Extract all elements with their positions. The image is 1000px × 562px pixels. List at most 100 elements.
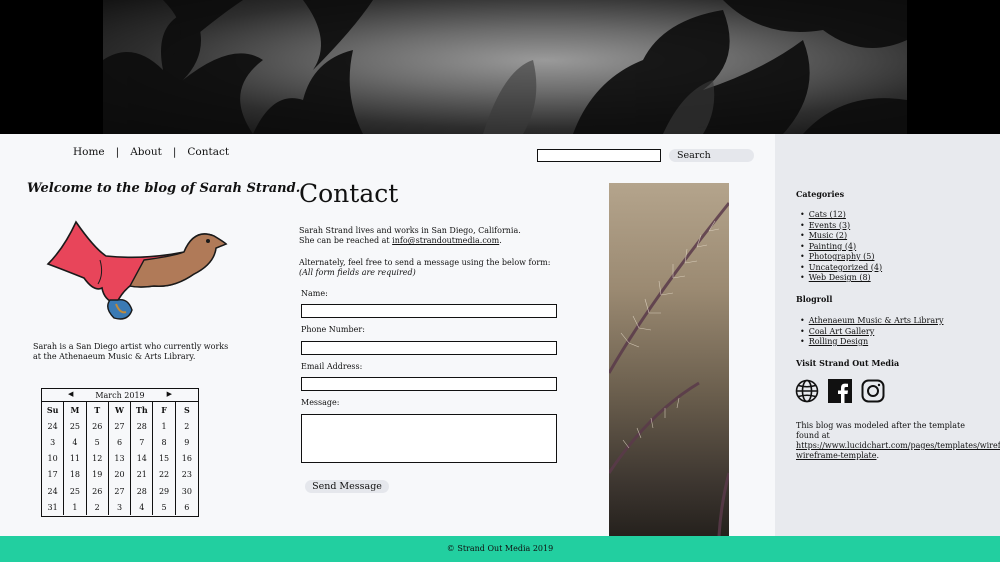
calendar-day[interactable]: 10 [42, 450, 65, 467]
page-title: Contact [299, 179, 399, 208]
category-link-label[interactable]: Painting (4) [809, 242, 856, 251]
template-credit: This blog was modeled after the template… [796, 421, 1000, 461]
calendar-day[interactable]: 21 [131, 466, 154, 483]
intro-email-line: She can be reached at info@strandoutmedi… [299, 236, 559, 246]
calendar-prev-icon[interactable]: ◀ [68, 390, 73, 398]
calendar-day[interactable]: 1 [64, 499, 87, 516]
calendar-next-icon[interactable]: ▶ [167, 390, 172, 398]
footer: © Strand Out Media 2019 [0, 536, 1000, 562]
calendar-day[interactable]: 12 [87, 450, 109, 467]
calendar-day[interactable]: 27 [109, 418, 132, 435]
intro-location: Sarah Strand lives and works in San Dieg… [299, 226, 521, 235]
copyright-text: © Strand Out Media 2019 [446, 544, 554, 553]
calendar-day[interactable]: 22 [153, 466, 176, 483]
nav-separator: | [172, 146, 177, 158]
calendar-day[interactable]: 18 [64, 466, 87, 483]
calendar-day[interactable]: 7 [131, 434, 154, 451]
calendar-day[interactable]: 16 [176, 451, 198, 467]
calendar-day[interactable]: 17 [42, 466, 65, 483]
nav-about-link[interactable]: About [130, 146, 162, 158]
calendar-day-header: T [87, 402, 109, 419]
category-link-label[interactable]: Cats (12) [809, 210, 846, 219]
category-link-label[interactable]: Events (3) [809, 221, 850, 230]
calendar-day[interactable]: 6 [109, 434, 132, 451]
template-credit-link[interactable]: https://www.lucidchart.com/pages/templat… [796, 441, 1000, 460]
calendar-day[interactable]: 4 [131, 499, 154, 516]
category-link[interactable]: Events (3) [800, 221, 882, 232]
calendar-day[interactable]: 1 [153, 418, 176, 435]
calendar-day[interactable]: 24 [42, 418, 65, 435]
credit-prefix: This blog was modeled after the template… [796, 421, 965, 440]
category-link[interactable]: Painting (4) [800, 242, 882, 253]
blogroll-link[interactable]: Rolling Design [800, 337, 943, 348]
instagram-icon[interactable] [861, 379, 885, 407]
calendar-day[interactable]: 28 [131, 482, 154, 500]
calendar-day[interactable]: 4 [64, 434, 87, 451]
calendar-day[interactable]: 5 [87, 434, 109, 451]
calendar-day[interactable]: 28 [131, 418, 154, 435]
calendar-day[interactable]: 23 [176, 467, 198, 483]
calendar-day[interactable]: 2 [176, 418, 198, 434]
calendar-day[interactable]: 2 [87, 499, 109, 516]
calendar-day[interactable]: 27 [109, 482, 132, 500]
blogroll-link-label[interactable]: Athenaeum Music & Arts Library [809, 316, 944, 325]
intro-email-suffix: . [499, 236, 502, 245]
calendar-day[interactable]: 29 [153, 482, 176, 500]
calendar-day[interactable]: 3 [42, 434, 65, 451]
message-field[interactable] [301, 414, 557, 463]
nav-contact-link[interactable]: Contact [187, 146, 229, 158]
calendar-day[interactable]: 13 [109, 450, 132, 467]
name-field[interactable] [301, 304, 557, 318]
category-link-label[interactable]: Photography (5) [809, 252, 875, 261]
email-field[interactable] [301, 377, 557, 391]
calendar-day[interactable]: 11 [64, 450, 87, 467]
blogroll-link-label[interactable]: Rolling Design [809, 337, 868, 346]
category-link[interactable]: Cats (12) [800, 210, 882, 221]
message-label: Message: [301, 398, 340, 407]
category-link-label[interactable]: Web Design (8) [809, 273, 871, 282]
calendar-day[interactable]: 30 [176, 483, 198, 499]
nav-home-link[interactable]: Home [73, 146, 105, 158]
category-link[interactable]: Music (2) [800, 231, 882, 242]
category-link-label[interactable]: Uncategorized (4) [809, 263, 882, 272]
category-link[interactable]: Web Design (8) [800, 273, 882, 284]
calendar-day[interactable]: 6 [176, 499, 198, 515]
category-link-label[interactable]: Music (2) [809, 231, 847, 240]
calendar-day[interactable]: 25 [64, 418, 87, 435]
calendar-day[interactable]: 3 [109, 499, 132, 516]
bird-artwork [44, 208, 230, 332]
globe-icon[interactable] [795, 379, 819, 407]
calendar-day[interactable]: 20 [109, 466, 132, 483]
calendar-day[interactable]: 26 [87, 418, 109, 435]
blogroll-link-label[interactable]: Coal Art Gallery [809, 327, 875, 336]
grass-photo [609, 183, 729, 536]
search-button[interactable]: Search [669, 149, 754, 162]
calendar-day[interactable]: 31 [42, 499, 65, 516]
facebook-icon[interactable] [828, 379, 852, 407]
blogroll-link[interactable]: Athenaeum Music & Arts Library [800, 316, 944, 327]
calendar-day-header: S [183, 405, 190, 416]
calendar-day[interactable]: 14 [131, 450, 154, 467]
send-message-button[interactable]: Send Message [305, 480, 389, 493]
calendar-day[interactable]: 8 [153, 434, 176, 451]
category-link[interactable]: Uncategorized (4) [800, 263, 882, 274]
calendar-day[interactable]: 5 [153, 499, 176, 516]
blogroll-heading: Blogroll [796, 294, 833, 304]
search-input[interactable] [537, 149, 661, 162]
calendar-widget: ◀ March 2019 ▶ Su M T W Th F S 24 25 26 27 28 1 2 3 4 5 6… [41, 388, 199, 517]
phone-field[interactable] [301, 341, 557, 355]
calendar-day[interactable]: 25 [64, 482, 87, 500]
visit-heading: Visit Strand Out Media [796, 358, 900, 368]
category-link[interactable]: Photography (5) [800, 252, 882, 263]
calendar-day[interactable]: 9 [176, 434, 198, 450]
calendar-day[interactable]: 15 [153, 450, 176, 467]
calendar-day[interactable]: 19 [87, 466, 109, 483]
calendar-day[interactable]: 24 [42, 482, 65, 500]
calendar-header: ◀ March 2019 ▶ [42, 389, 198, 402]
calendar-month-label: March 2019 [95, 390, 145, 400]
main-nav: Home | About | Contact [73, 146, 229, 158]
blogroll-link[interactable]: Coal Art Gallery [800, 327, 943, 338]
contact-email-link[interactable]: info@strandoutmedia.com [392, 236, 499, 245]
calendar-day[interactable]: 26 [87, 482, 109, 500]
form-required-note: (All form fields are required) [299, 268, 416, 277]
